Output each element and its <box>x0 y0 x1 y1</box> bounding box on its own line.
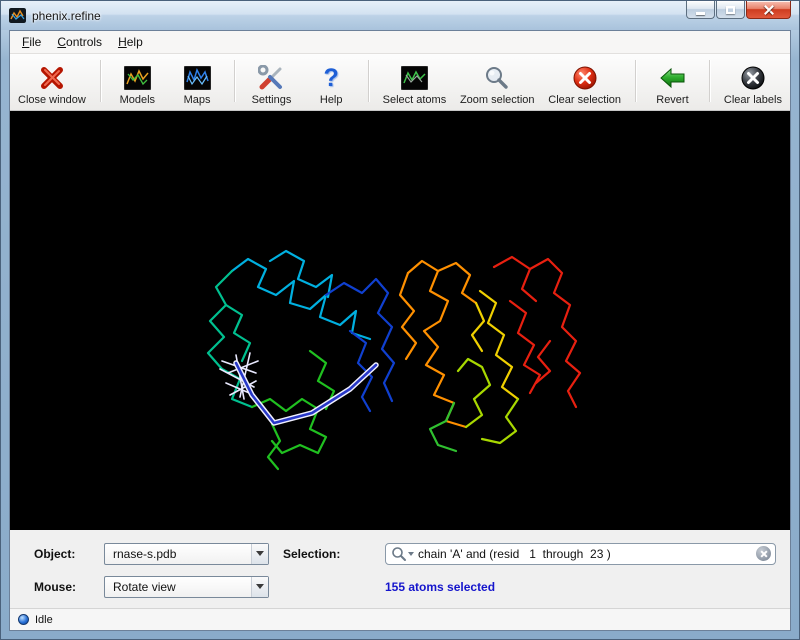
app-window: phenix.refine File Controls Help <box>0 0 800 640</box>
object-label: Object: <box>34 547 90 561</box>
mouse-dropdown-value: Rotate view <box>113 580 176 594</box>
zoom-selection-icon <box>484 63 510 93</box>
status-indicator-icon <box>18 614 29 625</box>
close-button[interactable] <box>746 1 791 19</box>
molecule-render <box>10 111 790 530</box>
selection-search-field <box>385 543 776 565</box>
minimize-icon <box>696 12 705 15</box>
close-window-icon <box>38 63 66 93</box>
selection-input[interactable] <box>414 547 756 561</box>
toolbar-label: Maps <box>184 94 211 106</box>
selection-label: Selection: <box>283 547 371 561</box>
object-dropdown-value: rnase-s.pdb <box>113 547 176 561</box>
toolbar-separator <box>709 60 710 102</box>
title-bar[interactable]: phenix.refine <box>1 1 799 30</box>
toolbar-button-clear-labels[interactable]: Clear labels <box>724 56 782 106</box>
settings-icon <box>258 63 284 93</box>
clear-labels-icon <box>740 63 766 93</box>
menu-bar: File Controls Help <box>10 31 790 54</box>
mouse-dropdown[interactable]: Rotate view <box>104 576 269 598</box>
toolbar-label: Revert <box>656 94 688 106</box>
toolbar-button-zoom-selection[interactable]: Zoom selection <box>460 56 535 106</box>
menu-file[interactable]: File <box>14 32 49 52</box>
controls-panel: Object: rnase-s.pdb Selection: Mouse: <box>10 530 790 608</box>
object-dropdown[interactable]: rnase-s.pdb <box>104 543 269 565</box>
toolbar-label: Clear selection <box>548 94 621 106</box>
window-title: phenix.refine <box>32 9 101 23</box>
toolbar-label: Help <box>320 94 343 106</box>
models-icon <box>124 63 151 93</box>
toolbar-label: Clear labels <box>724 94 782 106</box>
toolbar-label: Models <box>120 94 155 106</box>
close-icon <box>764 5 774 15</box>
menu-help[interactable]: Help <box>110 32 151 52</box>
toolbar-button-help[interactable]: ? Help <box>308 56 354 106</box>
clear-input-icon[interactable] <box>756 546 771 561</box>
toolbar-button-settings[interactable]: Settings <box>248 56 294 106</box>
help-icon: ? <box>324 63 339 93</box>
client-area: File Controls Help Close window <box>9 30 791 631</box>
chevron-down-icon <box>251 544 268 564</box>
toolbar-separator <box>635 60 636 102</box>
toolbar-separator <box>234 60 235 102</box>
toolbar-button-models[interactable]: Models <box>114 56 160 106</box>
app-icon <box>9 8 26 23</box>
select-atoms-icon <box>401 63 428 93</box>
chevron-down-icon <box>251 577 268 597</box>
toolbar-button-select-atoms[interactable]: Select atoms <box>383 56 447 106</box>
toolbar-label: Zoom selection <box>460 94 535 106</box>
status-bar: Idle <box>10 608 790 630</box>
maximize-button[interactable] <box>716 1 745 19</box>
revert-icon <box>659 63 686 93</box>
toolbar-label: Close window <box>18 94 86 106</box>
viewer-canvas[interactable] <box>10 111 790 530</box>
toolbar-button-revert[interactable]: Revert <box>649 56 695 106</box>
maximize-icon <box>726 6 735 14</box>
minimize-button[interactable] <box>686 1 715 19</box>
menu-controls[interactable]: Controls <box>49 32 110 52</box>
status-text: Idle <box>35 614 53 626</box>
mouse-label: Mouse: <box>34 580 90 594</box>
toolbar-button-maps[interactable]: Maps <box>174 56 220 106</box>
toolbar-label: Settings <box>252 94 292 106</box>
window-controls <box>685 1 791 19</box>
search-icon[interactable] <box>391 546 414 562</box>
toolbar-separator <box>368 60 369 102</box>
toolbar: Close window Models <box>10 54 790 111</box>
toolbar-button-close-window[interactable]: Close window <box>18 56 86 106</box>
atoms-selected-text: 155 atoms selected <box>385 580 776 594</box>
toolbar-label: Select atoms <box>383 94 447 106</box>
clear-selection-icon <box>572 63 598 93</box>
maps-icon <box>184 63 211 93</box>
toolbar-button-clear-selection[interactable]: Clear selection <box>548 56 621 106</box>
toolbar-separator <box>100 60 101 102</box>
